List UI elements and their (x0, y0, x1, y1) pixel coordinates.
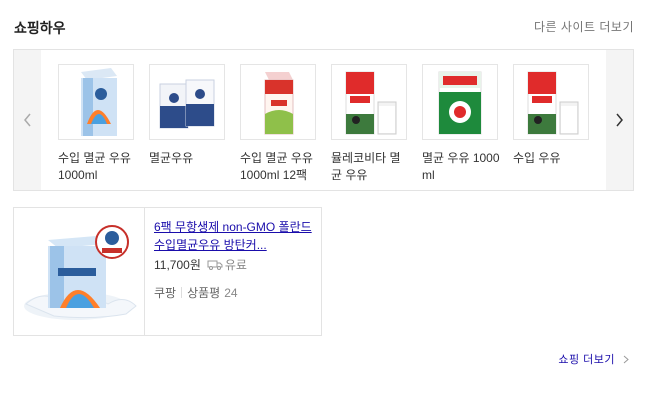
shopping-more-label: 쇼핑 더보기 (558, 354, 615, 366)
milk-carton-cow-glass-icon (527, 71, 579, 135)
review-label[interactable]: 상품평 (187, 284, 220, 301)
milk-carton-cow-glass-icon (345, 71, 397, 135)
more-sites-link[interactable]: 다른 사이트 더보기 (534, 18, 634, 35)
milk-carton-pair-icon (159, 79, 215, 129)
milk-carton-seoul-icon (438, 71, 482, 135)
shipping-info: 유료 (207, 256, 247, 273)
shopping-header: 쇼핑하우 다른 사이트 더보기 (14, 0, 634, 52)
ad-product-image[interactable] (14, 208, 145, 335)
shipping-label: 유료 (224, 258, 247, 272)
section-title: 쇼핑하우 (14, 20, 66, 36)
product-name[interactable]: 멸균 우유 1000ml (422, 150, 502, 184)
seller-name[interactable]: 쿠팡 (154, 284, 176, 301)
divider (181, 287, 183, 298)
milk-carton-blue-icon (81, 68, 117, 136)
truck-icon (207, 260, 223, 270)
carousel-item[interactable]: 멸균 우유 1000ml (422, 64, 502, 184)
carousel-prev-button[interactable] (14, 50, 41, 190)
product-thumbnail[interactable] (58, 64, 134, 140)
product-thumbnail[interactable] (331, 64, 407, 140)
product-thumbnail[interactable] (149, 64, 225, 140)
product-name[interactable]: 멸균우유 (149, 150, 229, 167)
carousel-next-button[interactable] (606, 50, 633, 190)
carousel-item[interactable]: 수입 멸균 우유 1000ml (58, 64, 138, 184)
product-name[interactable]: 수입 멸균 우유 1000ml 12팩 (240, 150, 320, 184)
ad-price-row: 11,700원 유료 (154, 256, 247, 273)
carousel-item[interactable]: 수입 우유 (513, 64, 593, 167)
milk-splash-carton-icon (24, 225, 137, 320)
carousel-item[interactable]: 수입 멸균 우유 1000ml 12팩 (240, 64, 320, 184)
ad-product-title[interactable]: 6팩 무항생제 non-GMO 폴란드 수입멸균우유 방탄커... (154, 218, 314, 254)
product-name[interactable]: 수입 우유 (513, 150, 593, 167)
product-thumbnail[interactable] (422, 64, 498, 140)
ad-product-card: 6팩 무항생제 non-GMO 폴란드 수입멸균우유 방탄커... 11,700… (13, 207, 322, 336)
product-name[interactable]: 수입 멸균 우유 1000ml (58, 150, 138, 184)
product-carousel: 수입 멸균 우유 1000ml 멸균우유 수입 멸균 우유 1000ml 12팩… (13, 49, 634, 191)
ad-price: 11,700원 (154, 258, 201, 272)
shopping-more-link[interactable]: 쇼핑 더보기 (558, 351, 629, 367)
product-thumbnail[interactable] (240, 64, 316, 140)
chevron-right-icon (623, 355, 629, 363)
review-count: 24 (224, 285, 238, 300)
milk-carton-red-icon (264, 72, 294, 135)
ad-meta: 쿠팡 상품평 24 (154, 284, 238, 301)
carousel-item[interactable]: 멸균우유 (149, 64, 229, 167)
carousel-item[interactable]: 뮬레코비타 멸균 우유 (331, 64, 411, 184)
chevron-left-icon (24, 113, 31, 127)
product-name[interactable]: 뮬레코비타 멸균 우유 (331, 150, 411, 184)
product-thumbnail[interactable] (513, 64, 589, 140)
chevron-right-icon (616, 113, 623, 127)
